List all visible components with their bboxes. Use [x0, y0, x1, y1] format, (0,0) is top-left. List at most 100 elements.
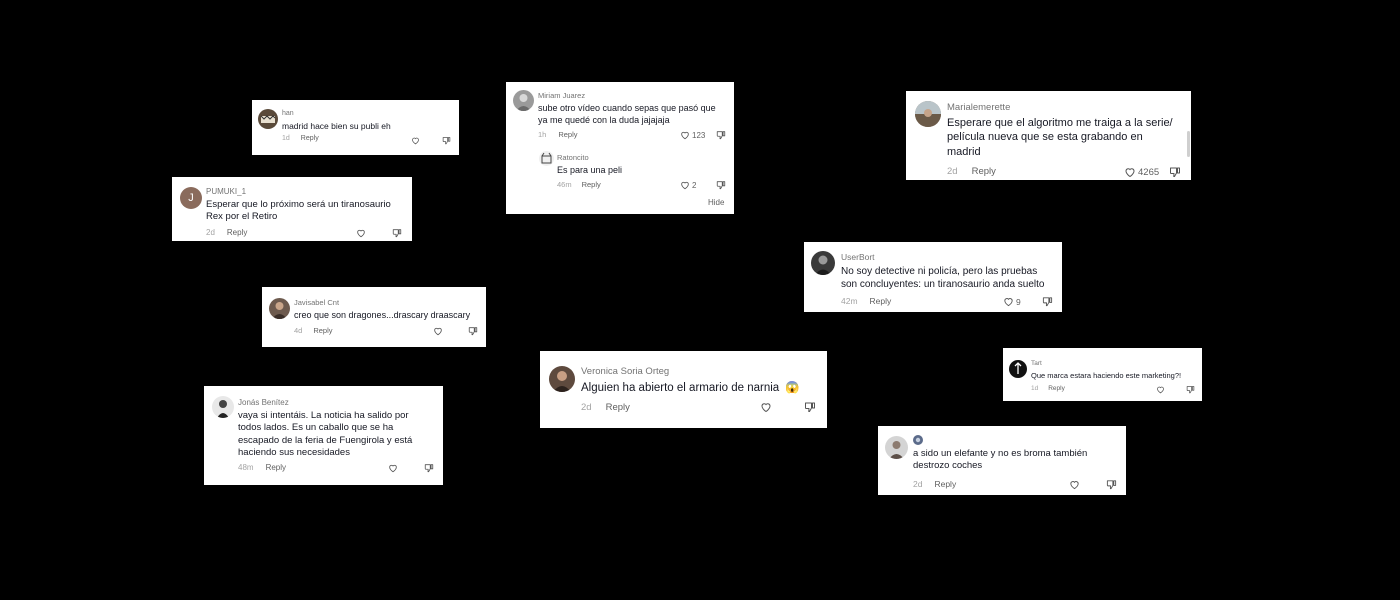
comment-text-line: Esperar que lo próximo será un tiranosau… [206, 199, 391, 210]
dislike-icon [442, 137, 451, 145]
dislike-icon [1042, 297, 1053, 307]
like-button[interactable] [388, 463, 398, 473]
comment-text-line: destrozo coches [913, 460, 983, 472]
avatar[interactable] [885, 436, 908, 459]
heart-icon [1157, 386, 1164, 394]
like-button[interactable]: 123 [680, 130, 705, 140]
reply-button[interactable]: Reply [313, 326, 332, 335]
dislike-button[interactable] [424, 463, 434, 473]
comment-username[interactable]: PUMUKI_1 [206, 187, 246, 196]
like-button[interactable] [433, 326, 443, 336]
comment-time: 1h [538, 130, 547, 139]
comment-text-line: ya me quedé con la duda jajajaja [538, 114, 670, 125]
dislike-button[interactable] [392, 228, 402, 238]
dislike-button[interactable] [804, 401, 816, 413]
comment-username[interactable]: Veronica Soria Orteg [581, 366, 669, 377]
dislike-button[interactable] [716, 180, 726, 190]
reply-username[interactable]: Ratoncito [557, 153, 589, 162]
dislike-button[interactable] [716, 130, 726, 140]
like-count: 9 [1016, 296, 1021, 307]
like-button[interactable] [1156, 385, 1165, 394]
reply-text: Es para una peli [557, 165, 623, 175]
comment-text: Alguien ha abierto el armario de narnia … [581, 381, 800, 396]
comment-text-line: escapado de la feria de Fuengirola y est… [238, 434, 413, 446]
comment-username[interactable]: UserBort [841, 252, 875, 262]
comment-card-pumuki: J PUMUKI_1 Esperar que lo próximo será u… [172, 177, 412, 241]
comment-time: 1d [1031, 385, 1039, 392]
reply-button[interactable]: Reply [582, 180, 601, 189]
heart-icon [761, 403, 771, 413]
like-button[interactable] [1069, 479, 1080, 490]
dislike-button[interactable] [1186, 385, 1195, 394]
dislike-button[interactable] [1042, 296, 1053, 307]
comment-username[interactable]: Javisabel Cnt [294, 298, 339, 307]
comment-username[interactable]: Marialemerette [947, 102, 1010, 113]
heart-icon [412, 137, 419, 145]
comment-card-marialemerette: Marialemerette Esperare que el algoritmo… [906, 91, 1191, 180]
reply-button[interactable]: Reply [934, 479, 956, 489]
scream-emoji-icon: 😱 [785, 382, 800, 394]
like-button[interactable] [411, 136, 420, 145]
comment-text-line: a sido un elefante y no es broma también [913, 448, 1088, 459]
reply-button[interactable]: Reply [558, 130, 577, 139]
reply-button[interactable]: Reply [266, 463, 286, 472]
comment-time: 4d [294, 326, 303, 335]
dislike-button[interactable] [1106, 479, 1117, 490]
comment-text: Esperare que el algoritmo me traiga a la… [947, 116, 1173, 159]
scrollbar[interactable] [1187, 131, 1190, 157]
dislike-button[interactable] [442, 136, 451, 145]
avatar[interactable] [1009, 360, 1027, 378]
comment-time: 2d [206, 228, 215, 237]
comment-username[interactable]: Miriam Juarez [538, 91, 585, 100]
dislike-icon [1186, 386, 1195, 394]
avatar[interactable] [212, 396, 234, 418]
avatar[interactable]: J [180, 187, 202, 209]
reply-button[interactable]: Reply [301, 135, 319, 142]
dislike-icon [1170, 167, 1180, 177]
heart-icon [434, 327, 442, 336]
avatar[interactable] [269, 298, 290, 319]
comment-meta: 2d Reply [581, 402, 630, 413]
reply-meta: 46m Reply [557, 180, 601, 189]
avatar[interactable] [539, 151, 554, 166]
avatar[interactable] [811, 251, 835, 275]
comment-text-line: madrid [947, 145, 981, 158]
reply-button[interactable]: Reply [606, 402, 630, 413]
comment-meta: 1h Reply [538, 130, 578, 139]
comment-username[interactable]: Tart [1031, 360, 1042, 367]
avatar[interactable] [915, 101, 941, 127]
comment-meta: 1d Reply [1031, 385, 1065, 392]
comment-text: creo que son dragones...drascary draasca… [294, 310, 471, 320]
heart-icon [357, 229, 365, 238]
like-button[interactable]: 9 [1003, 296, 1021, 307]
comment-username[interactable]: han [282, 110, 294, 117]
comment-card-jonas: Jonás Benítez vaya si intentáis. La noti… [204, 386, 443, 485]
comment-text-line: sube otro vídeo cuando sepas que pasó qu… [538, 103, 716, 113]
avatar[interactable] [258, 109, 278, 129]
avatar[interactable] [513, 90, 534, 111]
dislike-button[interactable] [468, 326, 478, 336]
heart-icon [1125, 168, 1135, 178]
comment-meta: 2d Reply [947, 166, 996, 177]
reply-button[interactable]: Reply [1048, 385, 1065, 392]
reply-button[interactable]: Reply [227, 228, 247, 237]
comment-card-tart: Tart Que marca estara haciendo este mark… [1003, 348, 1202, 401]
comment-text: No soy detective ni policía, pero las pr… [841, 265, 1044, 291]
comment-time: 2d [947, 166, 958, 177]
dislike-icon [805, 402, 815, 412]
comment-meta: 2d Reply [206, 228, 247, 237]
like-button[interactable]: 2 [680, 180, 696, 190]
reply-button[interactable]: Reply [972, 166, 996, 177]
comment-meta: 1d Reply [282, 135, 319, 142]
comment-username[interactable]: Jonás Benítez [238, 398, 289, 407]
dislike-button[interactable] [1169, 166, 1181, 178]
comment-card-veronica: Veronica Soria Orteg Alguien ha abierto … [540, 351, 827, 428]
hide-replies-button[interactable]: Hide [708, 198, 724, 207]
comment-text: a sido un elefante y no es broma también… [913, 448, 1087, 473]
avatar[interactable] [549, 366, 575, 392]
reply-button[interactable]: Reply [870, 296, 892, 306]
like-count: 2 [692, 180, 697, 190]
like-button[interactable] [760, 401, 772, 413]
like-button[interactable]: 4265 [1124, 166, 1159, 178]
like-button[interactable] [356, 228, 366, 238]
